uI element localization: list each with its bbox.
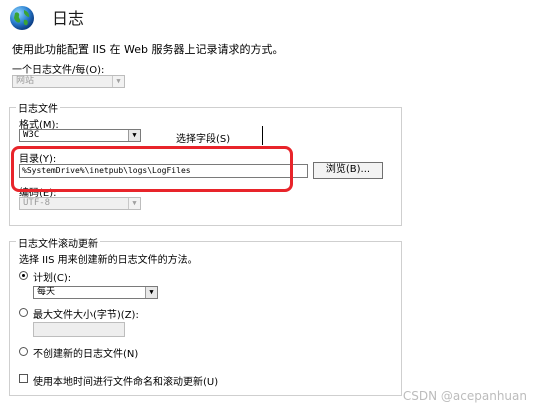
divider <box>262 126 263 145</box>
local-time-checkbox[interactable] <box>19 374 28 383</box>
schedule-radio[interactable] <box>19 271 28 280</box>
globe-icon <box>10 6 34 30</box>
no-new-file-label: 不创建新的日志文件(N) <box>33 349 139 360</box>
chevron-down-icon: ▼ <box>128 198 140 209</box>
max-size-input[interactable] <box>33 322 125 337</box>
one-log-per-value: 网站 <box>16 76 35 86</box>
chevron-down-icon: ▼ <box>112 76 124 87</box>
chevron-down-icon: ▼ <box>145 287 157 298</box>
format-select[interactable]: W3C ▼ <box>19 129 141 142</box>
browse-button[interactable]: 浏览(B)... <box>313 162 383 179</box>
watermark: CSDN @acepanhuan <box>402 389 527 403</box>
schedule-select[interactable]: 每天 ▼ <box>33 286 158 299</box>
rollover-description: 选择 IIS 用来创建新的日志文件的方法。 <box>19 255 198 266</box>
schedule-label: 计划(C): <box>33 273 72 284</box>
highlight-box <box>11 146 293 192</box>
page-description: 使用此功能配置 IIS 在 Web 服务器上记录请求的方式。 <box>12 43 284 56</box>
schedule-value: 每天 <box>37 287 56 297</box>
encoding-select[interactable]: UTF-8 ▼ <box>19 197 141 210</box>
select-fields-button[interactable]: 选择字段(S) <box>176 130 230 145</box>
encoding-value: UTF-8 <box>23 198 51 208</box>
local-time-label: 使用本地时间进行文件命名和滚动更新(U) <box>33 377 219 388</box>
one-log-per-label: 一个日志文件/每(O): <box>12 65 105 76</box>
rollover-group-title: 日志文件滚动更新 <box>16 235 100 250</box>
max-size-label: 最大文件大小(字节)(Z): <box>33 310 139 321</box>
no-new-file-radio[interactable] <box>19 347 28 356</box>
page-title: 日志 <box>52 9 85 28</box>
format-value: W3C <box>23 130 40 140</box>
max-size-radio[interactable] <box>19 308 28 317</box>
chevron-down-icon: ▼ <box>128 130 140 141</box>
one-log-per-select[interactable]: 网站 ▼ <box>12 75 125 88</box>
log-file-group-title: 日志文件 <box>16 100 60 115</box>
